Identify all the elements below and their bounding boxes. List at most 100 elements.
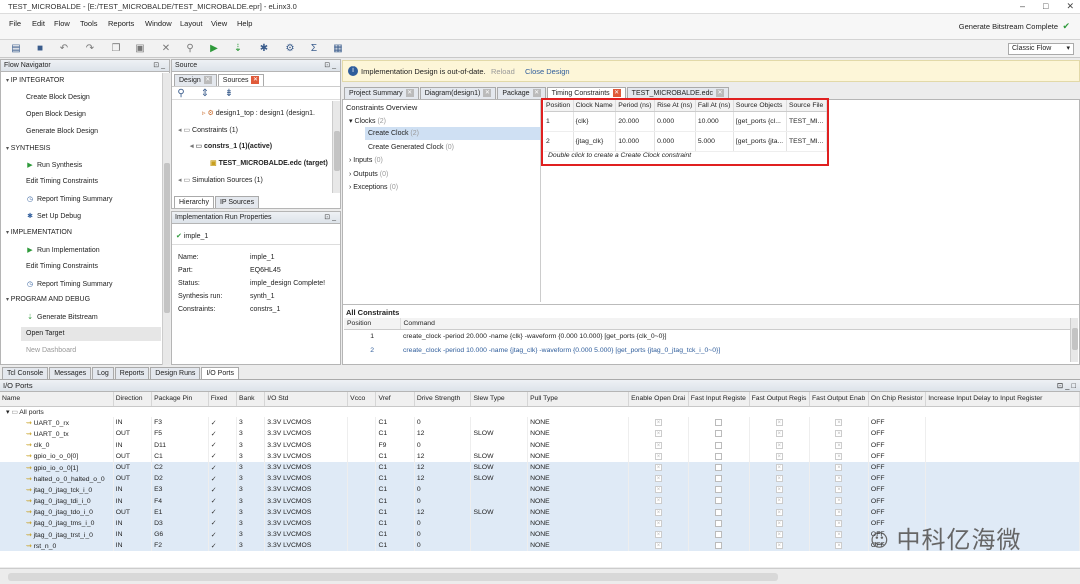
table-cell[interactable]: × [809, 417, 869, 429]
table-cell[interactable]: OFF [868, 484, 927, 496]
table-cell[interactable]: 3.3V LVCMOS [264, 506, 349, 518]
table-row[interactable]: ⇝ clk_0 IN D11 ✓ 3 3.3V LVCMOS F9 0 NONE × × × OFF [0, 439, 1080, 451]
table-cell[interactable]: ⇝ jtag_0_jtag_tdo_i_0 [0, 506, 114, 518]
table-cell[interactable]: 3.3V LVCMOS [264, 461, 349, 474]
debug-icon[interactable]: ✱ [258, 43, 270, 55]
table-cell[interactable]: × [749, 417, 811, 429]
table-cell[interactable]: 12 [414, 506, 472, 518]
tab-io-ports[interactable]: I/O Ports [201, 367, 239, 379]
col-header[interactable]: Name [0, 392, 114, 407]
table-cell[interactable]: 2 [344, 344, 400, 358]
table-row[interactable]: ⇝ halted_o_0_halted_o_0 OUT D2 ✓ 3 3.3V LVCMO… [0, 473, 1080, 485]
table-cell[interactable]: × [809, 473, 869, 485]
table-cell[interactable]: 3 [236, 461, 266, 474]
fast-output-enable-checkbox[interactable]: × [835, 475, 843, 483]
tab-messages[interactable]: Messages [49, 367, 92, 379]
tab-log[interactable]: Log [92, 367, 114, 379]
table-cell[interactable]: × [809, 517, 869, 530]
tab-package[interactable]: Package ✕ [497, 87, 546, 99]
fast-output-checkbox[interactable]: × [775, 430, 783, 438]
fast-output-enable-checkbox[interactable]: × [835, 452, 843, 460]
table-cell[interactable]: C1 [375, 428, 415, 440]
settings-icon[interactable]: ⚙ [284, 43, 296, 55]
close-design-link[interactable]: Close Design [525, 67, 570, 76]
paste-icon[interactable]: ▣ [134, 43, 146, 55]
table-cell[interactable]: ✓ [208, 473, 238, 485]
section-synthesis[interactable]: SYNTHESIS [6, 145, 51, 152]
table-cell[interactable] [470, 484, 529, 496]
table-cell[interactable] [925, 506, 1080, 518]
table-cell[interactable] [347, 529, 377, 541]
fast-output-enable-checkbox[interactable]: × [835, 508, 843, 516]
tree-clocks[interactable]: ▾ Clocks (2) [349, 117, 386, 125]
table-cell[interactable]: 3.3V LVCMOS [264, 540, 349, 552]
table-cell[interactable]: ✓ [208, 484, 238, 496]
panel-controls-icon[interactable]: ⊡ _ [153, 60, 165, 71]
table-cell[interactable]: 12 [414, 428, 472, 440]
table-cell[interactable]: NONE [527, 506, 630, 518]
tree-sim-sources[interactable]: ◂ ▭ Simulation Sources (1) [178, 176, 263, 184]
table-cell[interactable]: × [809, 439, 869, 451]
col-header[interactable]: Fast Input Registe [688, 392, 750, 407]
menu-flow[interactable]: Flow [54, 19, 70, 28]
source-scrollbar[interactable] [332, 101, 340, 193]
fast-output-enable-checkbox[interactable]: × [835, 419, 843, 427]
fast-input-checkbox[interactable] [715, 519, 723, 527]
table-row[interactable]: ⇝ jtag_0_jtag_tck_i_0 IN E3 ✓ 3 3.3V LVCMOS C1… [0, 484, 1080, 496]
fixed-check-icon[interactable]: ✓ [211, 442, 217, 449]
table-cell[interactable]: 0 [414, 417, 472, 429]
table-cell[interactable]: SLOW [470, 450, 529, 462]
table-cell[interactable]: ✓ [208, 506, 238, 518]
fast-output-enable-checkbox[interactable]: × [835, 542, 843, 550]
table-cell[interactable]: 3.3V LVCMOS [264, 417, 349, 429]
table-cell[interactable]: IN [113, 529, 153, 541]
col-header[interactable]: Slew Type [470, 392, 529, 407]
tab-hierarchy[interactable]: Hierarchy [174, 196, 214, 208]
bitstream-icon[interactable]: ⇣ [232, 43, 244, 55]
fixed-check-icon[interactable]: ✓ [211, 509, 217, 516]
table-cell[interactable]: IN [113, 540, 153, 552]
col-header[interactable]: I/O Std [264, 392, 349, 407]
col-header[interactable]: Position [344, 318, 401, 330]
fast-output-checkbox[interactable]: × [775, 452, 783, 460]
nav-run-implementation[interactable]: ▶ Run Implementation [26, 246, 99, 254]
tree-outputs[interactable]: › Outputs (0) [349, 171, 388, 178]
table-cell[interactable]: F9 [375, 439, 415, 451]
table-cell[interactable]: IN [113, 517, 153, 530]
fixed-check-icon[interactable]: ✓ [211, 498, 217, 505]
delete-icon[interactable]: ✕ [160, 43, 172, 55]
table-cell[interactable]: × [749, 439, 811, 451]
table-cell[interactable]: ✓ [208, 517, 238, 530]
tree-create-clock[interactable]: Create Clock (2) [365, 127, 540, 140]
menu-file[interactable]: File [9, 19, 21, 28]
table-cell[interactable] [688, 517, 750, 530]
table-cell[interactable]: NONE [527, 517, 630, 530]
col-header[interactable]: Drive Strength [414, 392, 472, 407]
search-icon[interactable]: ⚲ [184, 43, 196, 55]
fast-input-checkbox[interactable] [715, 463, 723, 471]
section-ip-integrator[interactable]: IP INTEGRATOR [6, 77, 65, 84]
table-cell[interactable]: SLOW [470, 428, 529, 440]
table-cell[interactable]: OUT [113, 473, 153, 485]
fast-input-checkbox[interactable] [715, 475, 723, 483]
table-cell[interactable] [688, 461, 750, 474]
horizontal-scrollbar[interactable] [8, 573, 778, 581]
table-cell[interactable] [925, 495, 1080, 507]
table-cell[interactable]: × [628, 473, 689, 485]
panel-controls-icon[interactable]: ⊡ _ [324, 60, 336, 71]
col-header[interactable]: Fast Output Regis [749, 392, 811, 407]
table-cell[interactable] [347, 495, 377, 507]
table-cell[interactable]: 3 [236, 428, 266, 440]
table-cell[interactable]: C1 [375, 461, 415, 474]
all-constraints-scrollbar[interactable] [1070, 318, 1078, 362]
open-drain-checkbox[interactable]: × [654, 542, 662, 550]
fast-output-checkbox[interactable]: × [775, 441, 783, 449]
table-cell[interactable]: OUT [113, 450, 153, 462]
table-cell[interactable]: NONE [527, 484, 630, 496]
open-drain-checkbox[interactable]: × [654, 531, 662, 538]
table-cell[interactable]: D2 [151, 473, 209, 485]
table-row[interactable]: ⇝ gpio_io_o_0[0] OUT C1 ✓ 3 3.3V LVCMOS C1 12 SL… [0, 450, 1080, 462]
close-icon[interactable]: ✕ [203, 76, 212, 85]
close-icon[interactable]: ✕ [532, 89, 541, 98]
table-cell[interactable]: OUT [113, 506, 153, 518]
